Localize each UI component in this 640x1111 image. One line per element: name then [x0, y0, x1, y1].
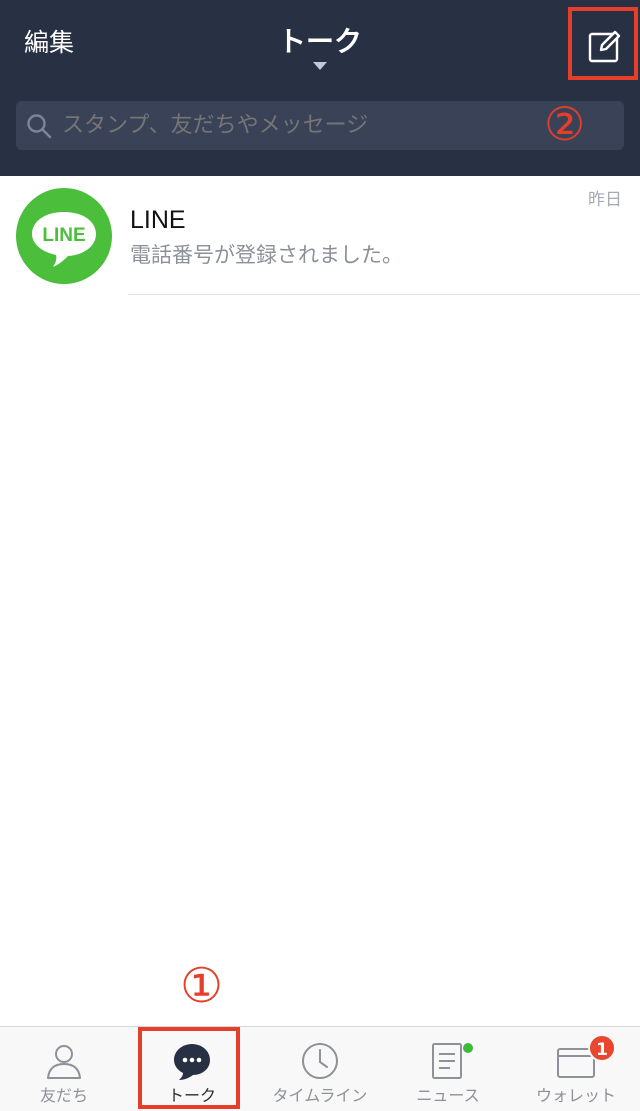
- avatar: LINE: [16, 188, 112, 284]
- tab-news[interactable]: ニュース: [384, 1027, 512, 1111]
- search-input[interactable]: [62, 101, 532, 150]
- notification-badge: 1: [588, 1034, 616, 1062]
- tab-bar: 友だち トーク タイムライン ニュース 1 ウォレット: [0, 1026, 640, 1111]
- new-indicator-dot: [463, 1043, 473, 1053]
- row-divider: [128, 294, 640, 295]
- annotation-marker-2: ②: [544, 97, 586, 151]
- svg-text:LINE: LINE: [42, 225, 85, 246]
- tab-label: タイムライン: [272, 1086, 368, 1105]
- annotation-highlight-box: [138, 1027, 240, 1109]
- chat-timestamp: 昨日: [588, 190, 622, 210]
- page-title[interactable]: トーク: [0, 24, 640, 60]
- tab-label: 友だち: [39, 1086, 88, 1105]
- compose-button[interactable]: [568, 7, 638, 80]
- title-dropdown-caret-icon[interactable]: [313, 62, 327, 70]
- tab-label: ニュース: [416, 1086, 480, 1105]
- news-icon: [432, 1043, 462, 1079]
- annotation-marker-1: ①: [180, 958, 224, 1014]
- tab-friends[interactable]: 友だち: [0, 1027, 128, 1111]
- chat-last-message: 電話番号が登録されました。: [130, 243, 403, 267]
- person-icon: [47, 1045, 81, 1079]
- line-logo-icon: LINE: [32, 212, 96, 267]
- tab-wallet[interactable]: 1 ウォレット: [512, 1027, 640, 1111]
- clock-icon: [302, 1043, 338, 1079]
- compose-icon: [588, 30, 621, 63]
- tab-timeline[interactable]: タイムライン: [256, 1027, 384, 1111]
- search-icon: [27, 114, 52, 139]
- header-bar: 編集 トーク ②: [0, 0, 640, 176]
- tab-label: ウォレット: [535, 1086, 616, 1105]
- chat-name: LINE: [130, 206, 186, 234]
- chat-list-item[interactable]: LINE LINE 電話番号が登録されました。 昨日: [0, 176, 640, 296]
- search-box[interactable]: [16, 101, 624, 150]
